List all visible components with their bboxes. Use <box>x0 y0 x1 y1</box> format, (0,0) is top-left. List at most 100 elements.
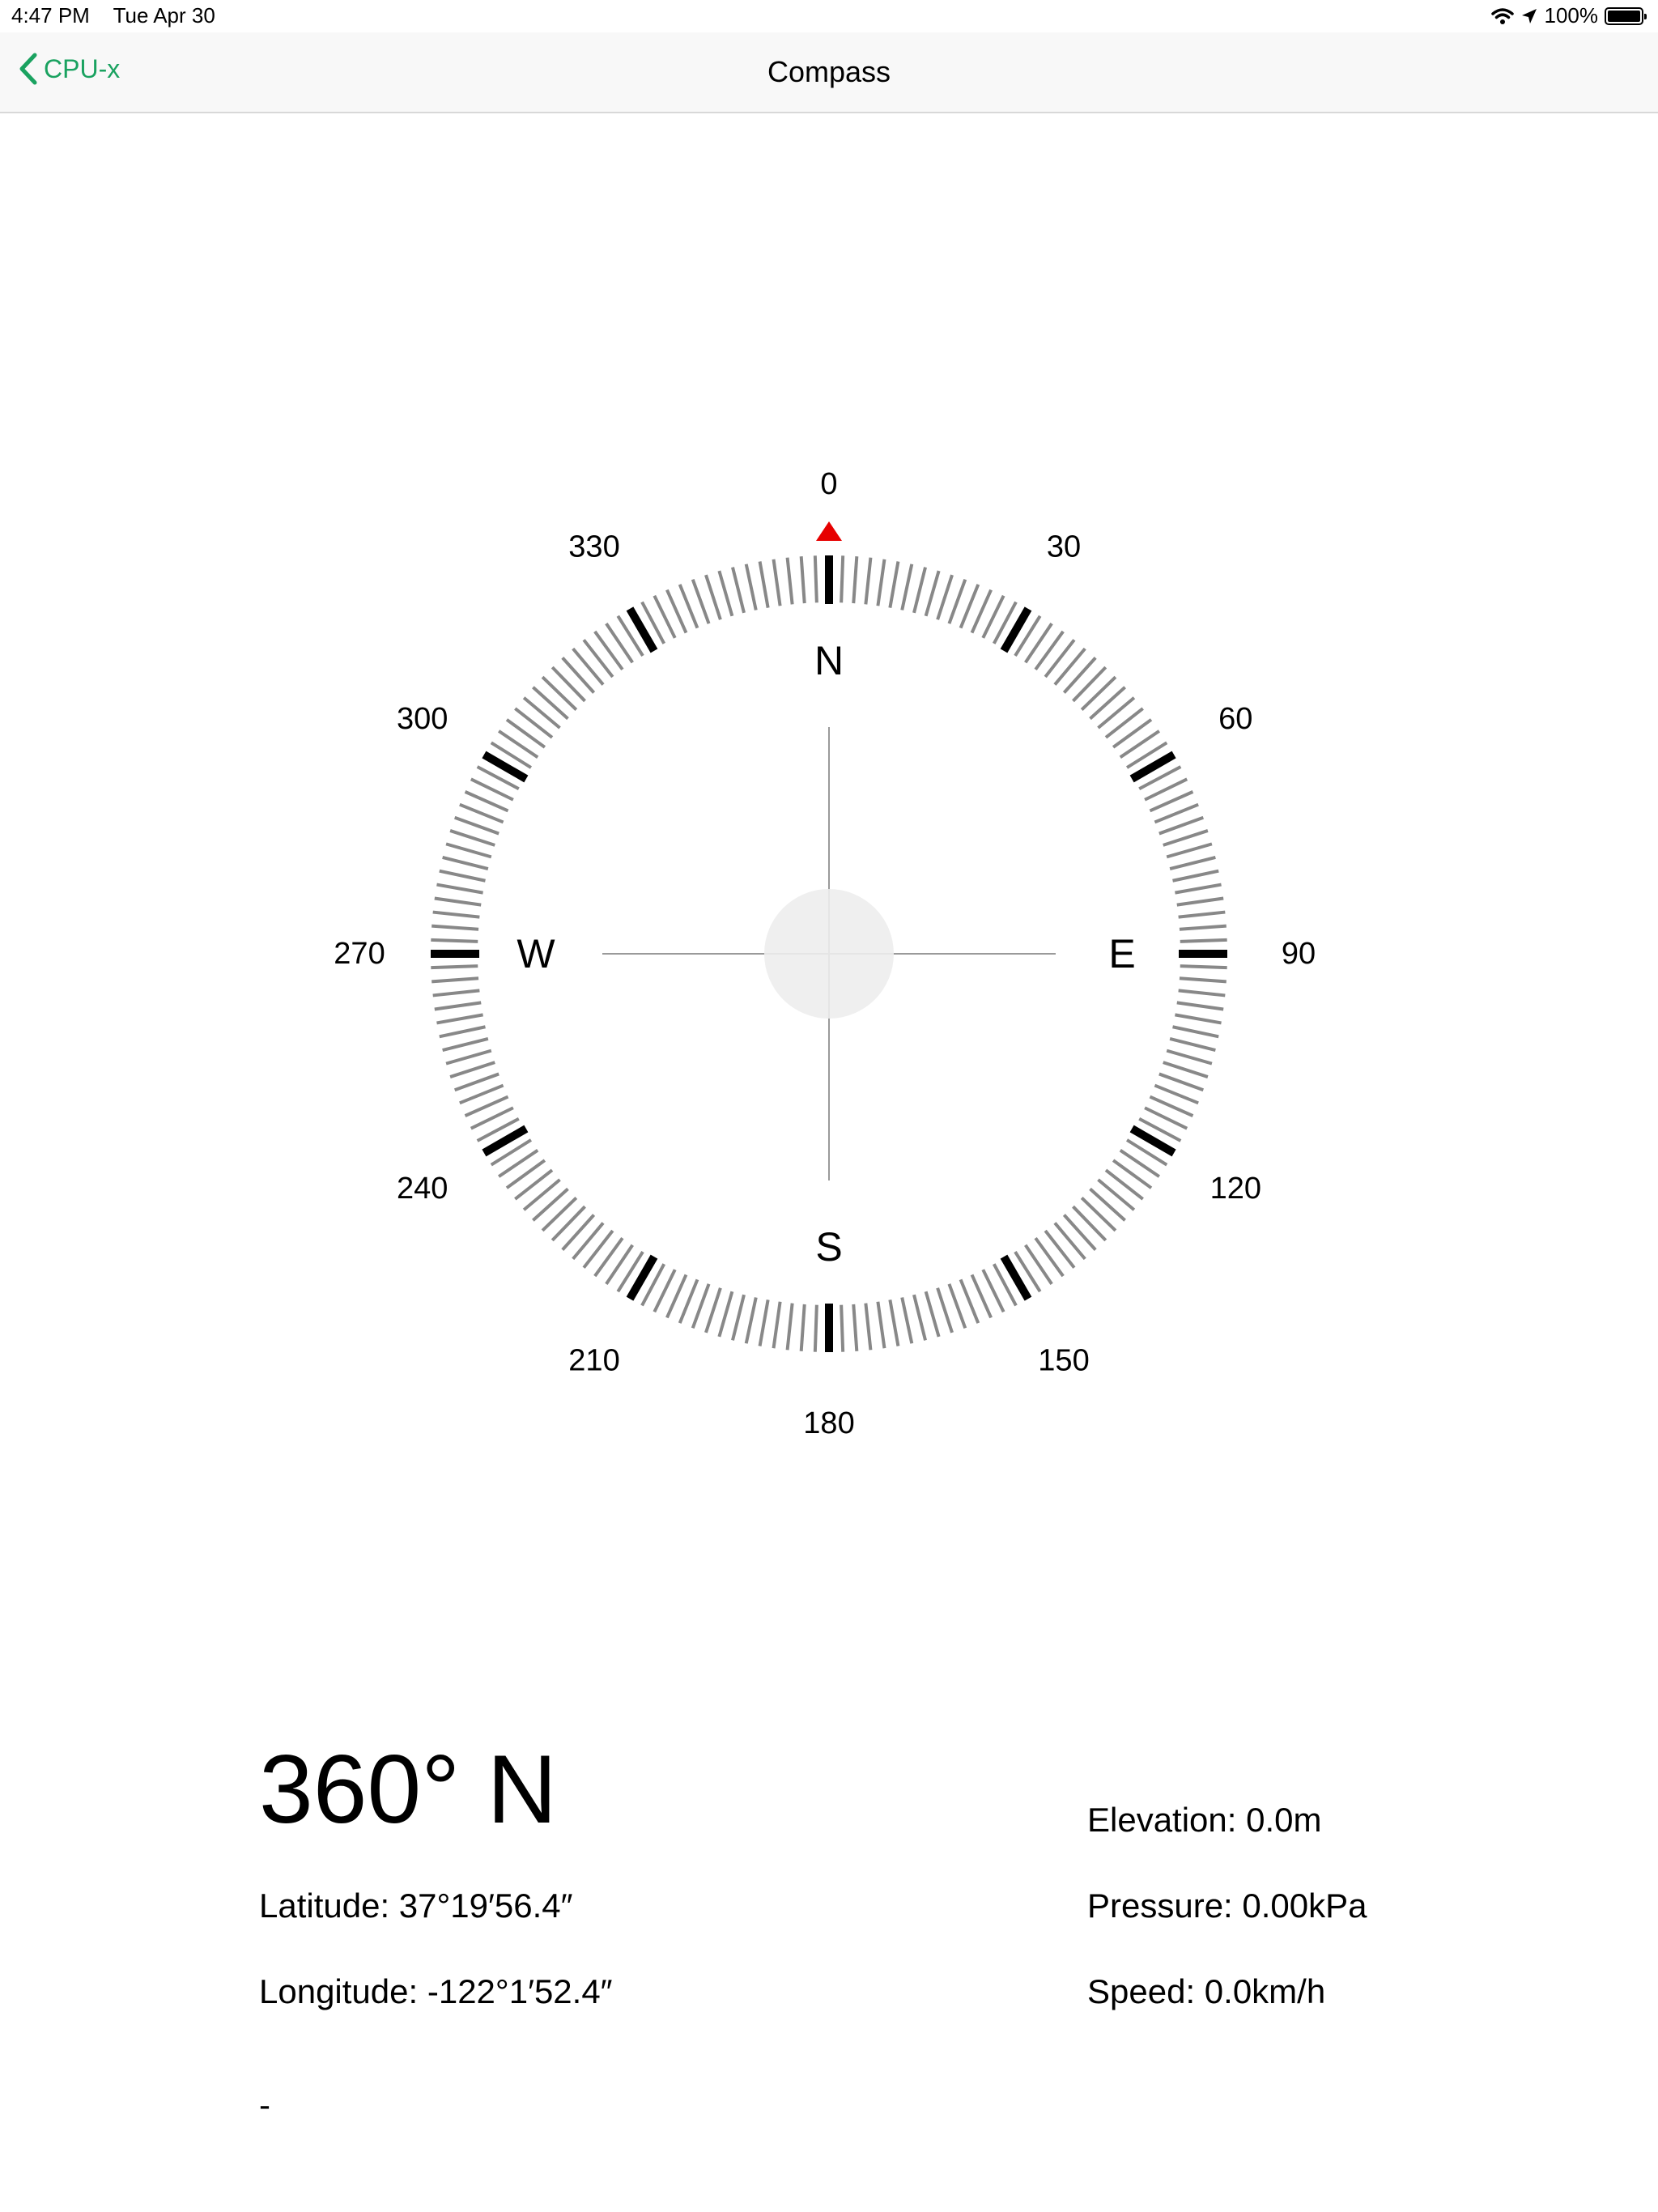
minor-tick <box>1180 964 1227 970</box>
compass-dial: 0 30 60 90 120 150 180 210 240 270 300 330 N E S W <box>334 467 1316 1440</box>
minor-tick <box>593 630 624 671</box>
minor-tick <box>758 561 770 608</box>
minor-tick <box>704 574 722 620</box>
degree-label: 300 <box>397 702 448 736</box>
minor-tick <box>924 570 941 617</box>
minor-tick <box>1175 1013 1222 1025</box>
minor-tick <box>532 1187 569 1222</box>
minor-tick <box>1112 718 1153 749</box>
minor-tick <box>561 657 596 694</box>
minor-tick <box>436 883 483 895</box>
minor-tick <box>1169 1037 1216 1052</box>
latitude-readout: Latitude: 37°19′56.4″ <box>259 1887 573 1925</box>
minor-tick <box>852 1304 859 1351</box>
minor-tick <box>691 1283 711 1329</box>
minor-tick <box>936 1287 954 1334</box>
minor-tick <box>432 989 480 998</box>
minor-tick <box>1166 1049 1213 1066</box>
minor-tick <box>813 1304 818 1352</box>
minor-tick <box>1104 707 1144 739</box>
minor-tick <box>864 557 873 605</box>
minor-tick <box>924 1291 941 1338</box>
minor-tick <box>1176 1001 1224 1011</box>
minor-tick <box>1024 1244 1053 1286</box>
minor-tick <box>453 815 500 836</box>
minor-tick <box>947 578 967 624</box>
minor-tick <box>442 856 489 870</box>
minor-tick <box>449 829 495 847</box>
minor-tick <box>785 557 794 605</box>
minor-tick <box>436 1013 483 1025</box>
minor-tick <box>551 666 586 703</box>
minor-tick <box>1080 1197 1117 1232</box>
minor-tick <box>912 567 927 614</box>
minor-tick <box>1062 1214 1097 1251</box>
minor-tick <box>1089 1187 1126 1222</box>
minor-tick <box>572 1222 605 1261</box>
minor-tick <box>1034 1236 1065 1278</box>
minor-tick <box>947 1283 967 1329</box>
minor-tick <box>1097 1178 1136 1211</box>
minor-tick <box>551 1205 586 1242</box>
minor-tick <box>704 1287 722 1334</box>
minor-tick <box>522 1178 561 1211</box>
minor-tick <box>1119 730 1161 759</box>
minor-tick <box>840 555 845 603</box>
minor-tick <box>888 561 900 608</box>
cardinal-label: W <box>517 931 555 976</box>
minor-tick <box>432 976 479 984</box>
minor-tick <box>1097 696 1136 730</box>
minor-tick <box>1163 1061 1209 1078</box>
minor-tick <box>1179 976 1226 984</box>
minor-tick <box>1072 666 1107 703</box>
minor-tick <box>505 718 546 749</box>
minor-tick <box>431 964 478 970</box>
cardinal-label: S <box>815 1224 842 1270</box>
elevation-readout: Elevation: 0.0m <box>1087 1801 1322 1839</box>
cardinal-label: N <box>814 638 844 683</box>
degree-label: 150 <box>1038 1343 1089 1377</box>
degree-label: 60 <box>1218 702 1252 736</box>
degree-label: 120 <box>1210 1172 1261 1206</box>
minor-tick <box>1053 647 1086 686</box>
minor-tick <box>582 639 614 678</box>
minor-tick <box>1178 910 1226 919</box>
degree-label: 90 <box>1282 937 1316 971</box>
degree-label: 210 <box>568 1343 619 1377</box>
minor-tick <box>1175 883 1222 895</box>
minor-tick <box>1166 842 1213 859</box>
minor-tick <box>1053 1222 1086 1261</box>
minor-tick <box>1104 1168 1144 1201</box>
minor-tick <box>799 1304 806 1351</box>
cardinal-label: E <box>1108 931 1135 976</box>
minor-tick <box>1172 1025 1219 1039</box>
heading-readout: 360° N <box>259 1735 558 1844</box>
minor-tick <box>758 1300 770 1346</box>
minor-tick <box>1172 869 1219 883</box>
pressure-readout: Pressure: 0.00kPa <box>1087 1887 1367 1925</box>
minor-tick <box>1044 1229 1076 1269</box>
minor-tick <box>1112 1159 1153 1189</box>
minor-tick <box>1178 989 1226 998</box>
minor-tick <box>1034 630 1065 671</box>
minor-tick <box>936 574 954 620</box>
speed-readout: Speed: 0.0km/h <box>1087 1972 1326 2010</box>
minor-tick <box>445 1049 492 1066</box>
degree-label: 180 <box>803 1406 854 1440</box>
minor-tick <box>605 622 634 664</box>
minor-tick <box>432 910 480 919</box>
minor-tick <box>572 647 605 686</box>
minor-tick <box>514 707 554 739</box>
minor-tick <box>1062 657 1097 694</box>
minor-tick <box>840 1304 845 1352</box>
minor-tick <box>772 1301 782 1349</box>
minor-tick <box>1163 829 1209 847</box>
minor-tick <box>442 1037 489 1052</box>
minor-tick <box>888 1300 900 1346</box>
minor-tick <box>434 1001 482 1011</box>
minor-tick <box>497 730 539 759</box>
longitude-readout: Longitude: -122°1′52.4″ <box>259 1972 613 2010</box>
compass-center-dot <box>764 889 894 1019</box>
minor-tick <box>445 842 492 859</box>
footer-dash: - <box>259 2086 270 2124</box>
